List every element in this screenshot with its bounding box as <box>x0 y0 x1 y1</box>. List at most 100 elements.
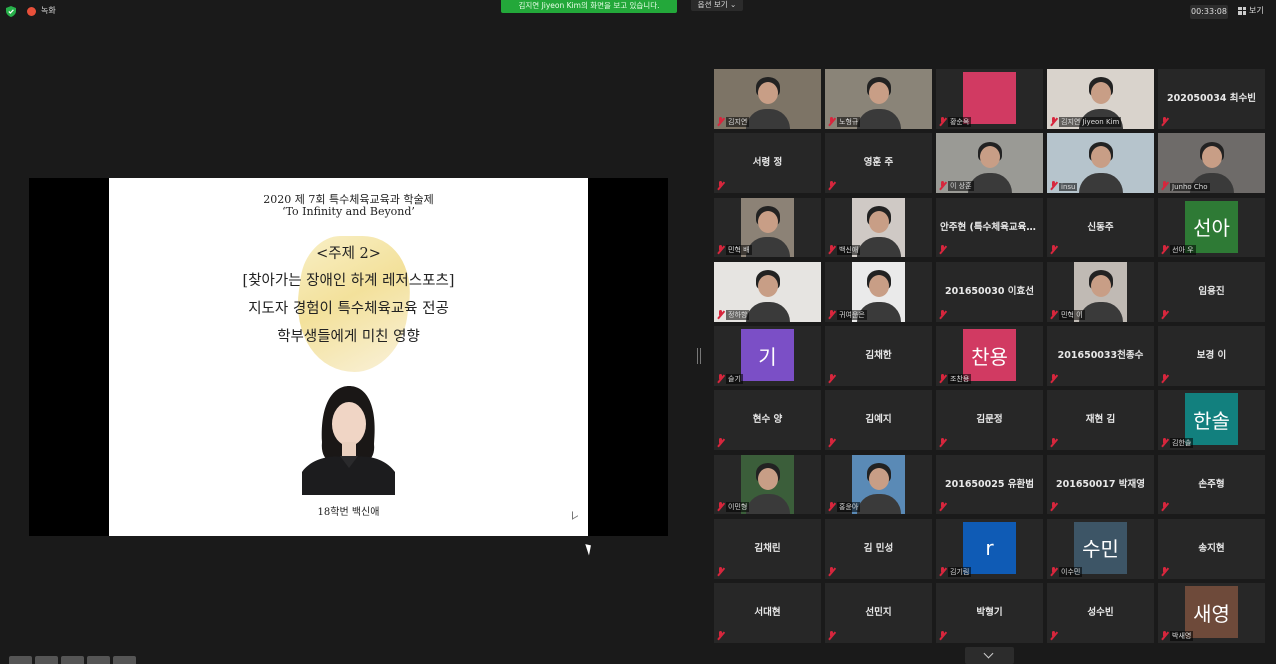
slide-pointer-icon <box>572 508 578 520</box>
participant-tile[interactable]: 선아 선아 우 <box>1158 197 1265 258</box>
mic-muted-icon <box>1050 309 1057 319</box>
participant-tile[interactable]: 민혁 배 <box>714 197 821 258</box>
mic-muted-icon <box>1050 566 1057 576</box>
participant-tile[interactable]: 수민 이수민 <box>1047 518 1154 579</box>
participant-tile[interactable]: 현수 양 <box>714 390 821 451</box>
mic-muted-icon <box>1050 502 1057 511</box>
thumbnail[interactable] <box>35 656 58 664</box>
participant-label: 이민형 <box>726 502 750 513</box>
participant-tile[interactable]: 재현 김 <box>1047 390 1154 451</box>
participant-tile[interactable]: 영훈 주 <box>825 133 932 193</box>
mic-muted-icon <box>828 438 835 447</box>
participant-gallery: 김지연 노형규 황순옥 김지연 Jiyeon Kim 202050034 최수빈서령 정… <box>714 69 1268 644</box>
view-button[interactable]: 보기 <box>1238 5 1264 16</box>
gallery-next-page-button[interactable] <box>965 647 1014 664</box>
view-options-button[interactable]: 옵션 보기 ⌄ <box>691 0 743 11</box>
participant-tile[interactable]: 황순옥 <box>936 69 1043 129</box>
shield-icon[interactable] <box>6 6 16 17</box>
slide-subtitle: ‘To Infinity and Beyond’ <box>282 205 415 218</box>
participant-tile[interactable]: 홍윤아 <box>825 454 932 515</box>
participant-tile[interactable]: 김예지 <box>825 390 932 451</box>
participant-tile[interactable]: 김채한 <box>825 326 932 386</box>
mic-muted-icon <box>828 502 835 511</box>
participant-tile[interactable]: 김문정 <box>936 390 1043 451</box>
participant-label: 김지연 <box>726 116 750 127</box>
participant-label: 황순옥 <box>948 116 972 127</box>
participant-label: 민혁 이 <box>1059 309 1085 320</box>
torso-shape <box>745 494 790 515</box>
participant-tile[interactable]: 201650017 박재영 <box>1047 454 1154 515</box>
participant-label: 슬기 <box>726 373 743 384</box>
participant-tile[interactable]: 손주형 <box>1158 454 1265 515</box>
participant-tile[interactable]: 김 민성 <box>825 518 932 579</box>
participant-tile[interactable]: 안주현 (특수체육교육과) <box>936 197 1043 258</box>
participant-tile[interactable]: insu <box>1047 133 1154 193</box>
participant-tile[interactable]: 박형기 <box>936 583 1043 643</box>
participant-tile[interactable]: 이민형 <box>714 454 821 515</box>
mic-muted-icon <box>1050 180 1057 190</box>
participant-label: 박새영 <box>1170 630 1194 641</box>
mic-muted-icon <box>939 116 946 126</box>
slide-heading-line: [찾아가는 장애인 하계 레저스포츠] <box>242 273 455 289</box>
participant-tile[interactable]: 성수빈 <box>1047 583 1154 643</box>
participant-name: 보경 이 <box>1196 350 1227 362</box>
panel-resize-handle[interactable] <box>697 348 701 364</box>
thumbnail[interactable] <box>113 656 136 664</box>
participant-tile[interactable]: 201650033천종수 <box>1047 326 1154 386</box>
participant-name: 김예지 <box>865 414 892 426</box>
participant-tile[interactable]: 정하향 <box>714 261 821 322</box>
mic-muted-icon <box>828 566 835 576</box>
participant-tile[interactable]: 기 슬기 <box>714 326 821 386</box>
mic-muted-icon <box>939 245 946 254</box>
participant-tile[interactable]: 노형규 <box>825 69 932 129</box>
participant-tile[interactable]: 201650030 이효선 <box>936 261 1043 322</box>
participant-name: 손주형 <box>1198 478 1225 490</box>
participant-tile[interactable]: 김지연 <box>714 69 821 129</box>
participant-tile[interactable]: 서령 정 <box>714 133 821 193</box>
torso-shape <box>745 108 790 129</box>
mic-muted-icon <box>939 630 946 640</box>
participant-name: 김문정 <box>976 414 1003 426</box>
torso-shape <box>1078 301 1123 322</box>
mic-muted-icon <box>717 566 724 576</box>
participant-tile[interactable]: 201650025 유환범 <box>936 454 1043 515</box>
mic-muted-icon <box>1050 438 1057 447</box>
face-shape <box>757 210 778 233</box>
participant-tile[interactable]: 찬용 조찬용 <box>936 326 1043 386</box>
participant-label: 홍윤아 <box>837 502 861 513</box>
participant-tile[interactable]: 임용진 <box>1158 261 1265 322</box>
mic-muted-icon <box>717 630 724 640</box>
participant-name: 신동주 <box>1087 221 1114 233</box>
participant-tile[interactable]: Junho Cho <box>1158 133 1265 193</box>
mic-muted-icon <box>1161 630 1168 640</box>
participant-tile[interactable]: r 김기림 <box>936 518 1043 579</box>
participant-tile[interactable]: 선민지 <box>825 583 932 643</box>
participant-label: 선아 우 <box>1170 245 1196 256</box>
participant-tile[interactable]: 보경 이 <box>1158 326 1265 386</box>
participant-tile[interactable]: 송지현 <box>1158 518 1265 579</box>
participant-tile[interactable]: 새영 박새영 <box>1158 583 1265 643</box>
participant-label: 정하향 <box>726 309 750 320</box>
participant-tile[interactable]: 민혁 이 <box>1047 261 1154 322</box>
thumbnail[interactable] <box>61 656 84 664</box>
participant-tile[interactable]: 신동주 <box>1047 197 1154 258</box>
thumbnail[interactable] <box>9 656 32 664</box>
recording-label: 녹화 <box>41 6 56 15</box>
participant-name: 현수 양 <box>752 414 783 426</box>
participant-tile[interactable]: 202050034 최수빈 <box>1158 69 1265 129</box>
mic-muted-icon <box>939 502 946 511</box>
torso-shape <box>856 108 901 129</box>
recording-icon <box>27 7 36 16</box>
mic-muted-icon <box>1161 502 1168 511</box>
participant-tile[interactable]: 백신애 <box>825 197 932 258</box>
participant-tile[interactable]: 이 상훈 <box>936 133 1043 193</box>
participant-tile[interactable]: 서대현 <box>714 583 821 643</box>
participant-tile[interactable]: 한솔 김한솔 <box>1158 390 1265 451</box>
participant-tile[interactable]: 김채린 <box>714 518 821 579</box>
participant-tile[interactable]: 귀여운은 <box>825 261 932 322</box>
participant-label: 노형규 <box>837 116 861 127</box>
participant-name: 선민지 <box>865 607 892 619</box>
participant-name: 재현 김 <box>1085 414 1116 426</box>
thumbnail[interactable] <box>87 656 110 664</box>
participant-tile[interactable]: 김지연 Jiyeon Kim <box>1047 69 1154 129</box>
